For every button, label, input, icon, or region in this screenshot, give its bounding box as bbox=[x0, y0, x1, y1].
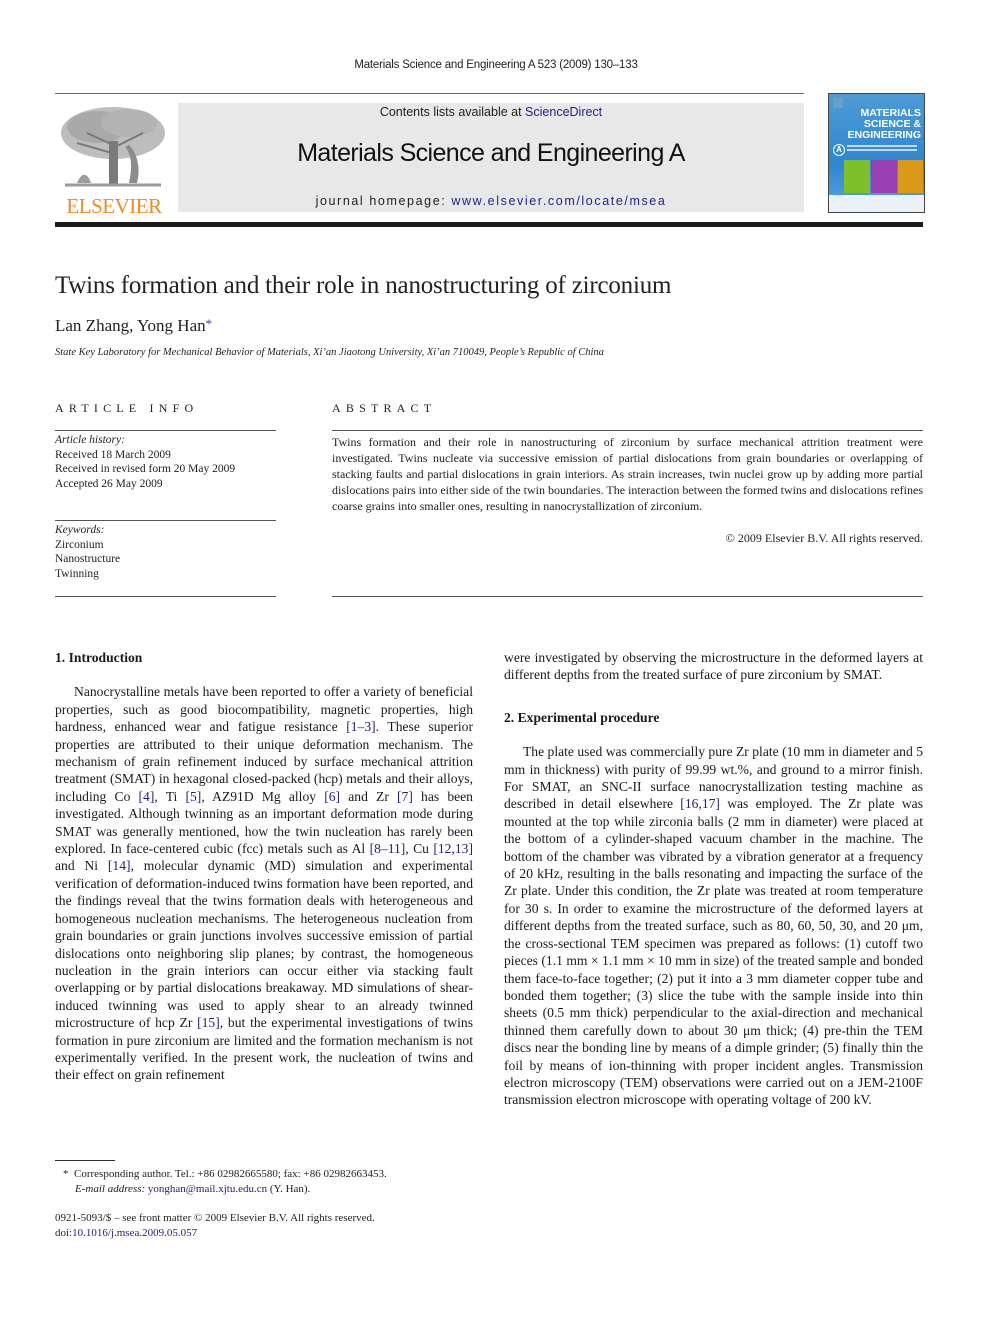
journal-banner: Contents lists available at ScienceDirec… bbox=[178, 103, 804, 212]
footnote-mark: * bbox=[63, 1168, 69, 1180]
email-link[interactable]: yonghan@mail.xjtu.edu.cn bbox=[148, 1183, 267, 1195]
keyword: Twinning bbox=[55, 567, 99, 580]
cover-image-green bbox=[844, 160, 870, 193]
front-matter: 0921-5093/$ – see front matter © 2009 El… bbox=[55, 1211, 485, 1241]
abstract-heading: ABSTRACT bbox=[332, 401, 437, 415]
abstract-copyright: © 2009 Elsevier B.V. All rights reserved… bbox=[725, 531, 923, 545]
cover-series-letter: A bbox=[833, 144, 845, 156]
affiliation: State Key Laboratory for Mechanical Beha… bbox=[55, 347, 604, 358]
citation-link[interactable]: [8–11] bbox=[370, 841, 406, 856]
issn-line: 0921-5093/$ – see front matter © 2009 El… bbox=[55, 1212, 375, 1224]
contents-prefix: Contents lists available at bbox=[379, 105, 526, 119]
citation-link[interactable]: [15] bbox=[197, 1015, 220, 1030]
section-heading-experimental: 2. Experimental procedure bbox=[504, 709, 660, 725]
article-info-heading: ARTICLE INFO bbox=[55, 401, 199, 415]
sciencedirect-link[interactable]: ScienceDirect bbox=[525, 105, 602, 119]
keyword: Zirconium bbox=[55, 538, 104, 551]
cover-publisher-icon bbox=[833, 98, 843, 108]
corresponding-author-mark[interactable]: * bbox=[206, 316, 213, 331]
masthead-rule bbox=[55, 222, 923, 227]
email-line: E-mail address: yonghan@mail.xjtu.edu.cn… bbox=[63, 1182, 483, 1197]
abstract-text: Twins formation and their role in nanost… bbox=[332, 435, 923, 513]
citation-link[interactable]: [1–3] bbox=[346, 719, 375, 734]
citation-link[interactable]: [4] bbox=[139, 789, 155, 804]
abstract-bottom-rule bbox=[332, 596, 923, 597]
cover-title-line: ENGINEERING bbox=[847, 129, 921, 141]
history-label: Article history: bbox=[55, 434, 125, 446]
citation-link[interactable]: [12,13] bbox=[433, 841, 473, 856]
keyword: Nanostructure bbox=[55, 553, 121, 565]
author-list: Lan Zhang, Yong Han* bbox=[55, 316, 212, 336]
keywords-rule bbox=[55, 520, 276, 521]
article-title: Twins formation and their role in nanost… bbox=[55, 272, 672, 299]
footnote-rule bbox=[55, 1160, 115, 1161]
article-info-rule bbox=[55, 430, 276, 431]
history-received: Received 18 March 2009 bbox=[55, 448, 171, 461]
experimental-paragraph: The plate used was commercially pure Zr … bbox=[504, 744, 923, 1108]
history-accepted: Accepted 26 May 2009 bbox=[55, 477, 163, 490]
homepage-prefix: journal homepage: bbox=[315, 194, 452, 208]
cover-footer bbox=[829, 195, 924, 212]
citation-link[interactable]: [7] bbox=[397, 789, 413, 804]
article-history: Article history: Received 18 March 2009 … bbox=[55, 433, 276, 491]
doi-prefix: doi: bbox=[55, 1227, 73, 1239]
homepage-line: journal homepage: www.elsevier.com/locat… bbox=[178, 194, 804, 208]
article-info-bottom-rule bbox=[55, 596, 276, 597]
journal-name: Materials Science and Engineering A bbox=[297, 139, 685, 167]
corresponding-author-note: * Corresponding author. Tel.: +86 029826… bbox=[63, 1167, 483, 1182]
elsevier-wordmark: ELSEVIER bbox=[66, 194, 162, 218]
email-suffix: (Y. Han). bbox=[267, 1183, 311, 1195]
left-column: 1. Introduction Nanocrystalline metals h… bbox=[55, 649, 473, 1084]
corresponding-author-text: Corresponding author. Tel.: +86 02982665… bbox=[74, 1168, 387, 1180]
publisher-logo[interactable]: ELSEVIER bbox=[55, 103, 173, 218]
introduction-continued: were investigated by observing the micro… bbox=[504, 650, 923, 683]
footnote: * Corresponding author. Tel.: +86 029826… bbox=[63, 1167, 483, 1197]
elsevier-tree-icon bbox=[61, 107, 165, 187]
contents-line: Contents lists available at ScienceDirec… bbox=[178, 105, 804, 119]
introduction-paragraph: Nanocrystalline metals have been reporte… bbox=[55, 684, 474, 1083]
citation-link[interactable]: [5] bbox=[185, 789, 201, 804]
right-column: were investigated by observing the micro… bbox=[504, 649, 923, 1109]
citation-link[interactable]: [6] bbox=[324, 789, 340, 804]
citation-link[interactable]: [14] bbox=[108, 858, 131, 873]
homepage-link[interactable]: www.elsevier.com/locate/msea bbox=[451, 194, 666, 208]
history-revised: Received in revised form 20 May 2009 bbox=[55, 463, 236, 475]
header-rule bbox=[55, 93, 804, 94]
doi-line: doi:10.1016/j.msea.2009.05.057 bbox=[55, 1226, 485, 1241]
doi-link[interactable]: 10.1016/j.msea.2009.05.057 bbox=[72, 1227, 197, 1239]
cover-subtitle bbox=[847, 145, 917, 147]
authors: Lan Zhang, Yong Han bbox=[55, 316, 206, 335]
cover-image-purple bbox=[871, 160, 897, 193]
keywords-label: Keywords: bbox=[55, 524, 105, 536]
journal-cover-thumbnail[interactable]: MATERIALS SCIENCE & ENGINEERING A bbox=[828, 93, 925, 213]
email-label: E-mail address: bbox=[75, 1183, 146, 1195]
abstract-rule bbox=[332, 430, 923, 431]
cover-image-gold bbox=[898, 160, 923, 193]
keywords: Keywords: Zirconium Nanostructure Twinni… bbox=[55, 523, 276, 581]
citation-link[interactable]: [16,17] bbox=[680, 796, 720, 811]
cover-title: MATERIALS SCIENCE & ENGINEERING bbox=[847, 108, 921, 141]
section-heading-introduction: 1. Introduction bbox=[55, 650, 143, 665]
running-head: Materials Science and Engineering A 523 … bbox=[354, 59, 638, 71]
